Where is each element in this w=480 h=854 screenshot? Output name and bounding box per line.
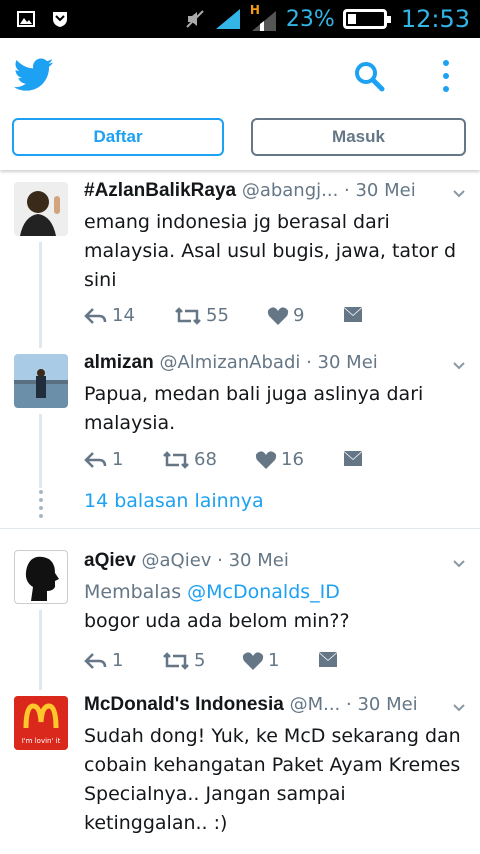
reply-button[interactable]: 1 [84, 650, 123, 671]
reply-button[interactable]: 1 [84, 449, 123, 470]
mute-icon [186, 10, 204, 28]
signal-icon [215, 9, 240, 29]
tweet-header: #AzlanBalikRaya @abangj... · 30 Mei [84, 180, 416, 201]
tweet-header: almizan @AlmizanAbadi · 30 Mei [84, 352, 378, 373]
tweet-text: Sudah dong! Yuk, ke McD sekarang dan cob… [84, 725, 461, 834]
author-handle[interactable]: @M... [290, 694, 341, 715]
reply-count: 1 [112, 650, 124, 671]
tweet-item[interactable]: #AzlanBalikRaya @abangj... · 30 Mei eman… [0, 170, 480, 348]
tweet-item[interactable]: aQiev @aQiev · 30 Mei Membalas @McDonald… [0, 540, 480, 690]
retweet-button[interactable]: 5 [162, 650, 205, 671]
avatar[interactable] [14, 550, 68, 604]
retweet-icon [163, 651, 189, 670]
battery-percent: 23% [285, 6, 335, 32]
search-icon[interactable] [353, 60, 385, 92]
thread-line [39, 414, 42, 488]
retweet-icon [175, 306, 201, 325]
retweet-count: 5 [194, 650, 206, 671]
tweet-date: 30 Mei [317, 352, 378, 373]
reply-icon [84, 652, 107, 669]
tweet-text-content: bogor uda ada belom min?? [84, 610, 350, 632]
twitter-bird-icon[interactable] [14, 58, 54, 92]
direct-message-icon[interactable] [318, 650, 338, 670]
clock: 12:53 [400, 5, 470, 33]
like-button[interactable]: 1 [242, 650, 279, 671]
avatar[interactable] [14, 354, 68, 408]
reply-count: 1 [112, 449, 124, 470]
chevron-down-icon[interactable] [453, 188, 465, 200]
overflow-menu-icon[interactable] [434, 58, 458, 94]
signup-button[interactable]: Daftar [12, 118, 224, 156]
tweet-item[interactable]: I'm lovin' it McDonald's Indonesia @M...… [0, 690, 480, 854]
reply-to-link[interactable]: @McDonalds_ID [187, 581, 340, 603]
mcdonalds-logo-icon: I'm lovin' it [14, 696, 68, 750]
retweet-count: 55 [206, 305, 229, 326]
divider [0, 528, 480, 529]
reply-context: Membalas [84, 581, 188, 603]
avatar[interactable] [14, 182, 68, 236]
avatar[interactable]: I'm lovin' it [14, 696, 68, 750]
thread-line [39, 610, 42, 690]
like-count: 1 [268, 650, 280, 671]
tweet-feed[interactable]: #AzlanBalikRaya @abangj... · 30 Mei eman… [0, 170, 480, 854]
tweet-date: 30 Mei [228, 550, 289, 571]
app-header: Daftar Masuk [0, 38, 480, 170]
author-name[interactable]: McDonald's Indonesia [84, 694, 284, 715]
heart-icon [267, 306, 289, 325]
like-button[interactable]: 16 [255, 449, 304, 470]
retweet-icon [163, 450, 189, 469]
login-button[interactable]: Masuk [251, 118, 466, 156]
status-bar: H 23% 12:53 [0, 0, 480, 38]
thread-dots [38, 490, 44, 522]
thread-line [39, 242, 42, 348]
tweet-date: 30 Mei [355, 180, 416, 201]
chevron-down-icon[interactable] [453, 360, 465, 372]
reply-icon [84, 307, 107, 324]
chevron-down-icon[interactable] [453, 558, 465, 570]
reply-button[interactable]: 14 [84, 305, 135, 326]
tweet-text: Papua, medan bali juga aslinya dari mala… [84, 383, 424, 434]
more-replies-link[interactable]: 14 balasan lainnya [84, 490, 264, 512]
author-name[interactable]: #AzlanBalikRaya [84, 180, 236, 201]
tweet-header: aQiev @aQiev · 30 Mei [84, 550, 289, 571]
battery-icon [342, 9, 391, 29]
shield-notification-icon [53, 12, 67, 27]
author-handle[interactable]: @aQiev [142, 550, 212, 571]
like-button[interactable]: 9 [267, 305, 304, 326]
heart-icon [255, 450, 277, 469]
tweet-header: McDonald's Indonesia @M... · 30 Mei [84, 694, 418, 715]
direct-message-icon[interactable] [343, 449, 363, 469]
signal-h-icon: H [250, 3, 278, 33]
reply-icon [84, 451, 107, 468]
like-count: 16 [281, 449, 304, 470]
tweet-item[interactable]: almizan @AlmizanAbadi · 30 Mei Papua, me… [0, 348, 480, 488]
direct-message-icon[interactable] [343, 305, 363, 325]
retweet-button[interactable]: 55 [174, 305, 229, 326]
author-name[interactable]: aQiev [84, 550, 136, 571]
tweet-date: 30 Mei [357, 694, 418, 715]
like-count: 9 [293, 305, 305, 326]
heart-icon [242, 651, 264, 670]
gallery-notification-icon [17, 11, 35, 27]
author-name[interactable]: almizan [84, 352, 154, 373]
author-handle[interactable]: @abangj... [242, 180, 339, 201]
author-handle[interactable]: @AlmizanAbadi [159, 352, 300, 373]
avatar-tagline: I'm lovin' it [22, 737, 61, 745]
tweet-text: Membalas @McDonalds_ID bogor uda ada bel… [84, 578, 469, 636]
chevron-down-icon[interactable] [453, 702, 465, 714]
reply-count: 14 [112, 305, 135, 326]
retweet-button[interactable]: 68 [162, 449, 217, 470]
retweet-count: 68 [194, 449, 217, 470]
tweet-text: emang indonesia jg berasal dari malaysia… [84, 211, 457, 291]
